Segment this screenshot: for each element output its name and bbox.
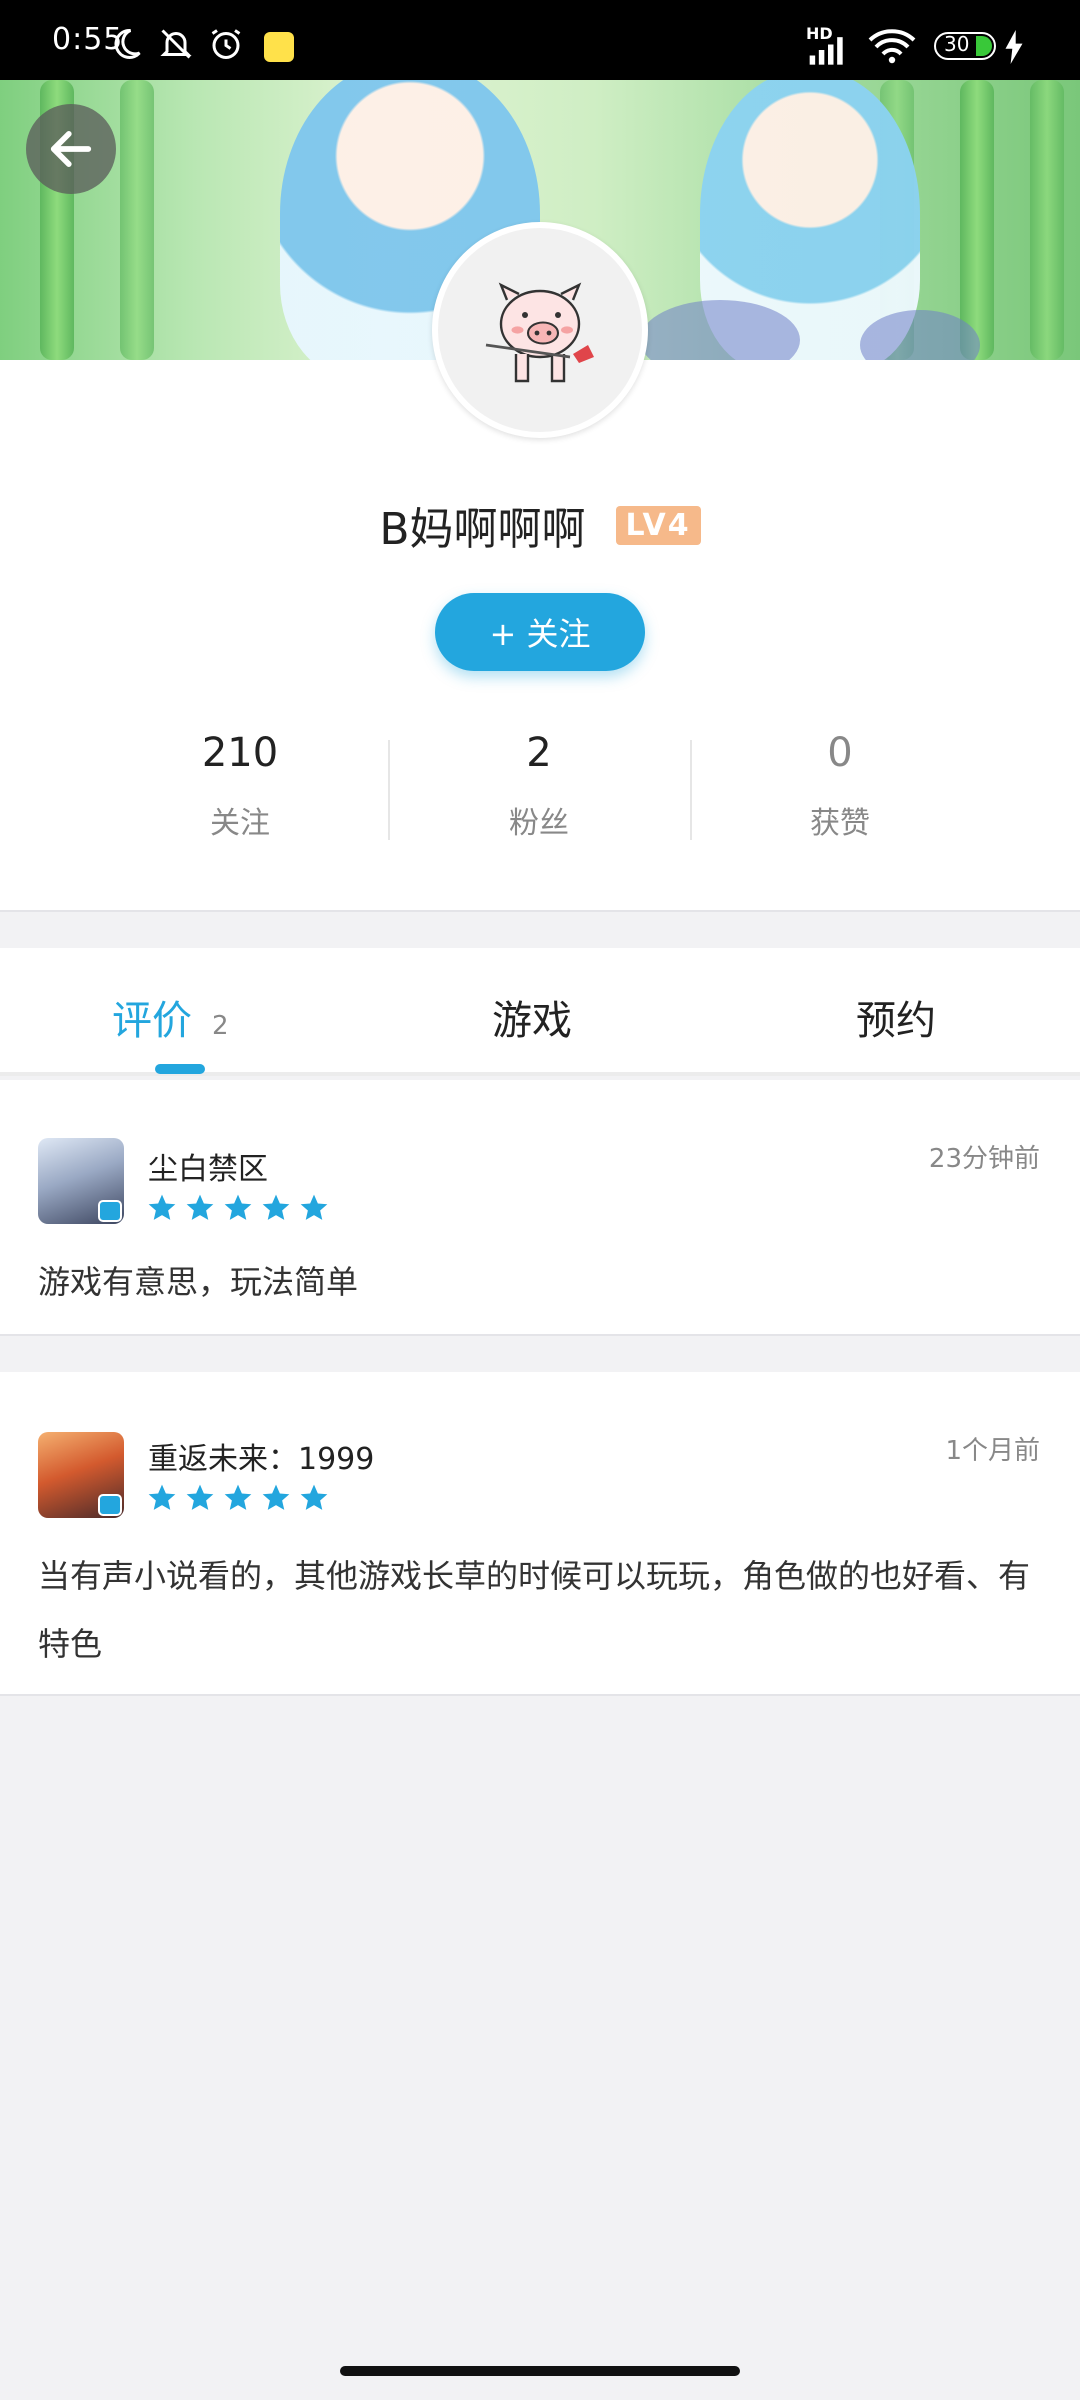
- star-icon: [224, 1194, 252, 1220]
- platform-badge-icon: [98, 1494, 122, 1516]
- star-icon: [186, 1484, 214, 1510]
- tab-reviews-count: 2: [212, 1011, 229, 1041]
- profile-name-row: B妈啊啊啊 LV4: [0, 490, 1080, 560]
- home-indicator[interactable]: [340, 2366, 740, 2376]
- review-text: 游戏有意思，玩法简单: [38, 1263, 359, 1301]
- tab-reviews[interactable]: 评价 2: [112, 988, 229, 1046]
- arrow-left-icon: [50, 131, 92, 167]
- stat-followers-label: 粉丝: [509, 806, 569, 841]
- review-text: 当有声小说看的，其他游戏长草的时候可以玩玩，角色做的也好看、有特色: [38, 1557, 1031, 1663]
- review-time: 23分钟前: [928, 1144, 1040, 1174]
- star-icon: [224, 1484, 252, 1510]
- profile-name: B妈啊啊啊: [379, 504, 586, 555]
- battery-percent: 30: [944, 32, 970, 56]
- follow-button[interactable]: + 关注: [435, 593, 645, 671]
- star-icon: [262, 1484, 290, 1510]
- review-card[interactable]: 重返未来：1999 1个月前 当有声小说看的，其他游戏长草的时候可以玩玩，角色做…: [0, 1372, 1080, 1696]
- stat-followers[interactable]: 2 粉丝: [389, 730, 689, 842]
- tab-reservations-label: 预约: [856, 998, 936, 1044]
- pig-avatar-icon: [485, 282, 594, 383]
- star-icon: [300, 1194, 328, 1220]
- avatar[interactable]: [432, 222, 648, 438]
- level-badge: LV4: [615, 505, 701, 545]
- game-icon[interactable]: [38, 1138, 124, 1224]
- star-icon: [148, 1194, 176, 1220]
- tab-active-indicator: [155, 1064, 205, 1074]
- star-icon: [262, 1194, 290, 1220]
- back-button[interactable]: [26, 104, 116, 194]
- mute-bell-icon: [160, 29, 192, 59]
- review-game-name[interactable]: 重返未来：1999: [148, 1434, 374, 1478]
- moon-icon: [114, 28, 141, 59]
- star-icon: [300, 1484, 328, 1510]
- stat-likes[interactable]: 0 获赞: [690, 730, 990, 842]
- review-card[interactable]: 尘白禁区 23分钟前 游戏有意思，玩法简单: [0, 1080, 1080, 1336]
- tab-reviews-label: 评价: [112, 998, 192, 1044]
- battery-icon: 30: [934, 32, 996, 60]
- stat-following-label: 关注: [210, 806, 270, 841]
- game-icon[interactable]: [38, 1432, 124, 1518]
- wifi-icon: [868, 29, 916, 64]
- charging-icon: [1005, 30, 1023, 64]
- review-time: 1个月前: [945, 1436, 1040, 1466]
- app-notification-icon: [264, 32, 294, 62]
- profile-stats: 210 关注 2 粉丝 0 获赞: [0, 730, 1080, 860]
- stat-followers-value: 2: [526, 730, 552, 776]
- tab-games-label: 游戏: [492, 998, 572, 1044]
- stat-likes-label: 获赞: [810, 806, 870, 841]
- profile-tabs: 评价 2 游戏 预约: [0, 948, 1080, 1076]
- star-icon: [186, 1194, 214, 1220]
- alarm-icon: [211, 29, 241, 59]
- stat-following-value: 210: [201, 730, 279, 776]
- platform-badge-icon: [98, 1200, 122, 1222]
- rating-stars: [146, 1482, 330, 1514]
- status-bar: 0:55 HD 30: [0, 0, 1080, 80]
- signal-icon: [809, 37, 843, 65]
- stat-likes-value: 0: [827, 730, 853, 776]
- follow-button-label: + 关注: [489, 615, 591, 653]
- review-game-name[interactable]: 尘白禁区: [148, 1144, 268, 1188]
- tab-games[interactable]: 游戏: [492, 988, 572, 1046]
- stat-following[interactable]: 210 关注: [90, 730, 390, 842]
- rating-stars: [146, 1192, 330, 1224]
- tab-reservations[interactable]: 预约: [856, 988, 936, 1046]
- star-icon: [148, 1484, 176, 1510]
